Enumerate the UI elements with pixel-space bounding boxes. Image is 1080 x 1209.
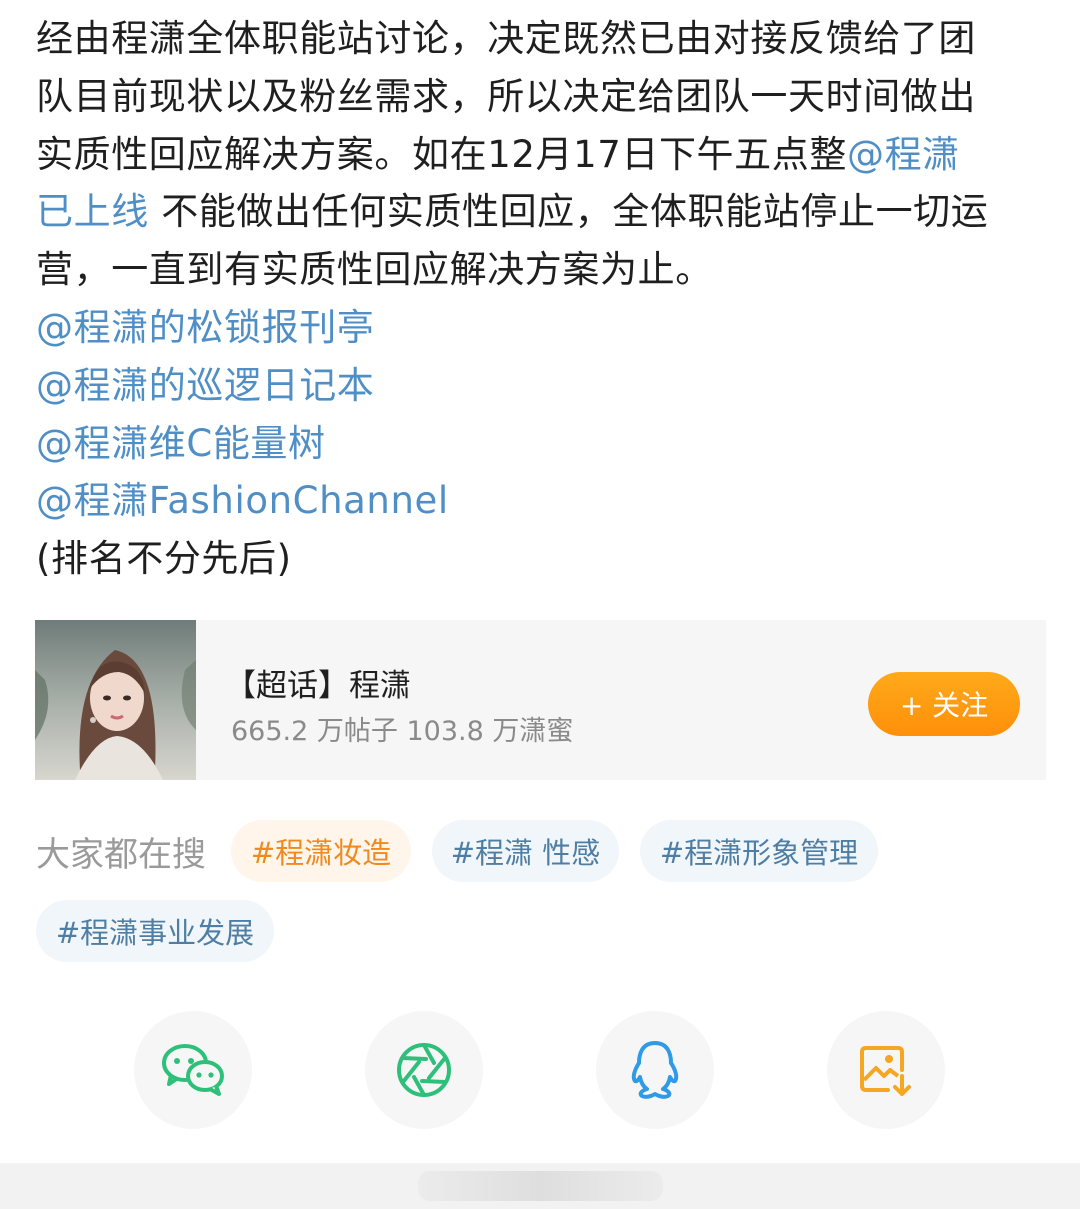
post-line-4-text: 不能做出任何实质性回应，全体职能站停止一切运 <box>161 190 989 234</box>
moments-icon <box>397 1043 451 1097</box>
mention-chengxiao-cont[interactable]: 已上线 <box>36 190 149 233</box>
supertopic-title[interactable]: 【超话】程潇 <box>225 660 411 705</box>
supertopic-card[interactable]: 【超话】程潇 665.2 万帖子 103.8 万潇蜜 + 关注 <box>35 620 1046 780</box>
post-footnote: (排名不分先后) <box>36 537 292 581</box>
post-line-3: 实质性回应解决方案。如在12月17日下午五点整@程潇 <box>36 126 1046 184</box>
mention-fashionchannel[interactable]: @程潇FashionChannel <box>36 472 1046 530</box>
post-line-3-text: 实质性回应解决方案。如在12月17日下午五点整 <box>36 132 847 176</box>
mention-xunluo[interactable]: @程潇的巡逻日记本 <box>36 357 1046 415</box>
share-wechat-button[interactable] <box>134 1011 252 1129</box>
post-body: 经由程潇全体职能站讨论，决定既然已由对接反馈给了团 队目前现状以及粉丝需求，所以… <box>36 10 1046 588</box>
post-line-4: 已上线 不能做出任何实质性回应，全体职能站停止一切运 <box>36 183 1046 241</box>
wechat-icon <box>162 1044 224 1096</box>
save-image-button[interactable] <box>827 1011 945 1129</box>
trending-search-label: 大家都在搜 <box>36 835 206 875</box>
mention-songsuo[interactable]: @程潇的松锁报刊亭 <box>36 299 1046 357</box>
search-chip-image-management[interactable]: #程潇形象管理 <box>640 820 878 882</box>
search-chip-career[interactable]: #程潇事业发展 <box>36 900 274 962</box>
bottom-bar <box>0 1163 1080 1209</box>
save-image-icon <box>860 1046 911 1096</box>
supertopic-stats: 665.2 万帖子 103.8 万潇蜜 <box>231 716 574 747</box>
qq-icon <box>631 1041 679 1099</box>
mention-weic[interactable]: @程潇维C能量树 <box>36 415 1046 473</box>
follow-button[interactable]: + 关注 <box>868 672 1020 736</box>
search-chip-makeup[interactable]: #程潇妆造 <box>231 820 411 882</box>
mention-chengxiao[interactable]: @程潇 <box>847 133 960 176</box>
search-chip-sexy[interactable]: #程潇 性感 <box>432 820 619 882</box>
share-qq-button[interactable] <box>596 1011 714 1129</box>
post-line-1: 经由程潇全体职能站讨论，决定既然已由对接反馈给了团 <box>36 17 976 60</box>
post-line-2: 队目前现状以及粉丝需求，所以决定给团队一天时间做出 <box>36 74 976 118</box>
supertopic-cover-image[interactable] <box>35 620 196 780</box>
share-moments-button[interactable] <box>365 1011 483 1129</box>
watermark-blur <box>418 1171 663 1201</box>
portrait-illustration <box>35 620 196 780</box>
post-line-5: 营，一直到有实质性回应解决方案为止。 <box>36 248 713 292</box>
